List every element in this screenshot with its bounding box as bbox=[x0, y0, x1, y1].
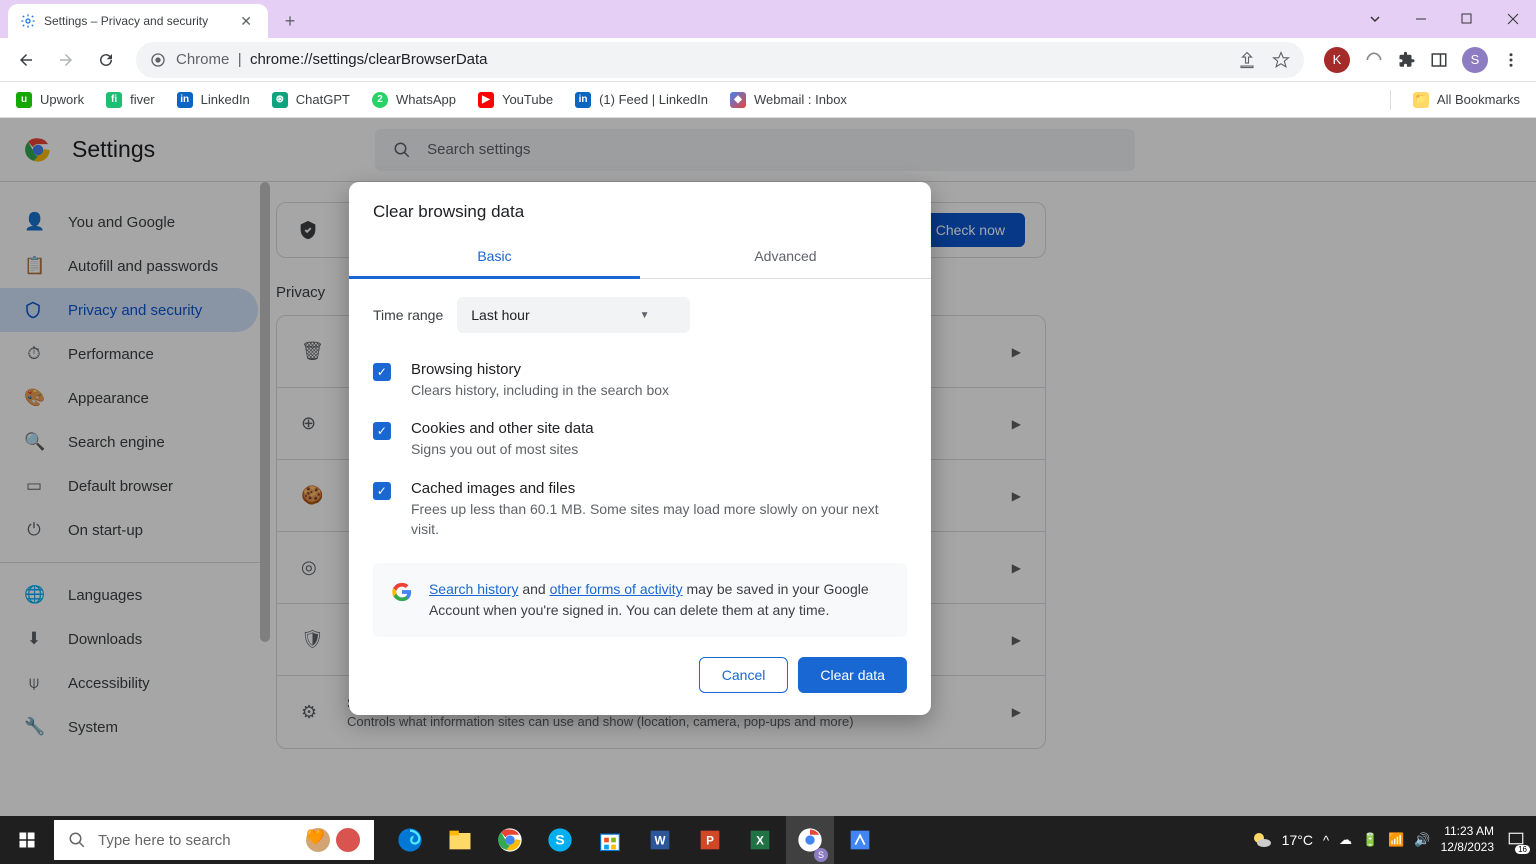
search-history-link[interactable]: Search history bbox=[429, 581, 518, 597]
taskbar-search[interactable]: Type here to search 🧡 bbox=[54, 820, 374, 860]
bookmark-whatsapp[interactable]: 2WhatsApp bbox=[372, 92, 456, 108]
system-tray: 17°C ^ ☁ 🔋 📶 🔊 11:23 AM 12/8/2023 16 bbox=[1250, 824, 1536, 855]
time-range-value: Last hour bbox=[471, 307, 529, 323]
toolbar-extensions: K S bbox=[1316, 47, 1528, 73]
cancel-button[interactable]: Cancel bbox=[699, 657, 789, 693]
bookmark-upwork[interactable]: uUpwork bbox=[16, 92, 84, 108]
tab-search-chevron-icon[interactable] bbox=[1352, 4, 1398, 34]
caret-down-icon: ▼ bbox=[640, 310, 650, 321]
tab-title: Settings – Privacy and security bbox=[44, 14, 228, 28]
sidepanel-icon[interactable] bbox=[1430, 51, 1448, 69]
notification-badge: 16 bbox=[1515, 845, 1530, 854]
checkbox-checked-icon[interactable]: ✓ bbox=[373, 363, 391, 381]
svg-text:P: P bbox=[706, 835, 714, 848]
google-g-icon bbox=[391, 581, 413, 603]
taskbar-word-icon[interactable]: W bbox=[636, 816, 684, 864]
windows-taskbar: Type here to search 🧡 S W P X S 17°C ^ ☁… bbox=[0, 816, 1536, 864]
taskbar-explorer-icon[interactable] bbox=[436, 816, 484, 864]
minimize-button[interactable] bbox=[1398, 4, 1444, 34]
dialog-actions: Cancel Clear data bbox=[349, 637, 931, 715]
search-deco-icon: 🧡 bbox=[306, 828, 330, 852]
tray-volume-icon[interactable]: 🔊 bbox=[1414, 832, 1430, 848]
window-titlebar: Settings – Privacy and security ✕ + bbox=[0, 0, 1536, 38]
bookmark-webmail[interactable]: ◆Webmail : Inbox bbox=[730, 92, 847, 108]
tab-advanced[interactable]: Advanced bbox=[640, 236, 931, 278]
google-account-info: Search history and other forms of activi… bbox=[373, 563, 907, 637]
clear-browsing-data-dialog: Clear browsing data Basic Advanced Time … bbox=[349, 182, 931, 715]
close-button[interactable] bbox=[1490, 4, 1536, 34]
bookmark-chatgpt[interactable]: ⊛ChatGPT bbox=[272, 92, 350, 108]
taskbar-chrome-icon[interactable] bbox=[486, 816, 534, 864]
svg-text:X: X bbox=[756, 835, 764, 848]
bookmark-feed-linkedin[interactable]: in(1) Feed | LinkedIn bbox=[575, 92, 708, 108]
profile-avatar[interactable]: S bbox=[1462, 47, 1488, 73]
dialog-title: Clear browsing data bbox=[349, 182, 931, 236]
search-placeholder: Type here to search bbox=[98, 832, 231, 849]
clear-data-button[interactable]: Clear data bbox=[798, 657, 907, 693]
site-info-icon bbox=[150, 52, 166, 68]
back-button[interactable] bbox=[8, 42, 44, 78]
windows-logo-icon bbox=[18, 831, 36, 849]
address-text: Chrome | chrome://settings/clearBrowserD… bbox=[176, 51, 488, 68]
tab-close-icon[interactable]: ✕ bbox=[236, 13, 256, 30]
checkbox-cookies[interactable]: ✓ Cookies and other site dataSigns you o… bbox=[349, 410, 931, 469]
tray-onedrive-icon[interactable]: ☁ bbox=[1339, 832, 1352, 848]
taskbar-excel-icon[interactable]: X bbox=[736, 816, 784, 864]
checkbox-checked-icon[interactable]: ✓ bbox=[373, 482, 391, 500]
share-icon[interactable] bbox=[1238, 51, 1256, 69]
taskbar-skype-icon[interactable]: S bbox=[536, 816, 584, 864]
bookmark-linkedin[interactable]: inLinkedIn bbox=[177, 92, 250, 108]
checkbox-cached[interactable]: ✓ Cached images and filesFrees up less t… bbox=[349, 470, 931, 550]
bookmark-fiver[interactable]: fifiver bbox=[106, 92, 155, 108]
time-range-row: Time range Last hour ▼ bbox=[349, 279, 931, 351]
taskbar-chrome-active-icon[interactable]: S bbox=[786, 816, 834, 864]
notification-center-icon[interactable]: 16 bbox=[1504, 828, 1528, 852]
time-range-select[interactable]: Last hour ▼ bbox=[457, 297, 689, 333]
weather-icon bbox=[1250, 828, 1274, 852]
tray-chevron-icon[interactable]: ^ bbox=[1323, 833, 1329, 848]
checkbox-checked-icon[interactable]: ✓ bbox=[373, 422, 391, 440]
settings-gear-icon bbox=[20, 13, 36, 29]
taskbar-powerpoint-icon[interactable]: P bbox=[686, 816, 734, 864]
all-bookmarks-button[interactable]: 📁All Bookmarks bbox=[1413, 92, 1520, 108]
extension-icon[interactable] bbox=[1364, 50, 1384, 70]
tray-battery-icon[interactable]: 🔋 bbox=[1362, 832, 1378, 848]
taskbar-edge-icon[interactable] bbox=[386, 816, 434, 864]
other-activity-link[interactable]: other forms of activity bbox=[550, 581, 683, 597]
new-tab-button[interactable]: + bbox=[276, 7, 304, 35]
weather-widget[interactable]: 17°C bbox=[1250, 828, 1313, 852]
bookmarks-bar: uUpwork fifiver inLinkedIn ⊛ChatGPT 2Wha… bbox=[0, 82, 1536, 118]
start-button[interactable] bbox=[0, 816, 54, 864]
maximize-button[interactable] bbox=[1444, 4, 1490, 34]
browser-tab[interactable]: Settings – Privacy and security ✕ bbox=[8, 4, 268, 38]
search-icon bbox=[68, 831, 86, 849]
svg-text:S: S bbox=[555, 832, 564, 848]
bookmark-star-icon[interactable] bbox=[1272, 51, 1290, 69]
taskbar-app-icon[interactable] bbox=[836, 816, 884, 864]
tray-wifi-icon[interactable]: 📶 bbox=[1388, 832, 1404, 848]
bookmark-youtube[interactable]: ▶YouTube bbox=[478, 92, 553, 108]
svg-text:W: W bbox=[654, 835, 665, 848]
tab-basic[interactable]: Basic bbox=[349, 236, 640, 278]
menu-dots-icon[interactable] bbox=[1502, 51, 1520, 69]
taskbar-apps: S W P X S bbox=[386, 816, 884, 864]
time-range-label: Time range bbox=[373, 307, 443, 323]
taskbar-store-icon[interactable] bbox=[586, 816, 634, 864]
address-bar[interactable]: Chrome | chrome://settings/clearBrowserD… bbox=[136, 42, 1304, 78]
checkbox-browsing-history[interactable]: ✓ Browsing historyClears history, includ… bbox=[349, 351, 931, 410]
window-controls bbox=[1352, 0, 1536, 38]
extensions-puzzle-icon[interactable] bbox=[1398, 51, 1416, 69]
reload-button[interactable] bbox=[88, 42, 124, 78]
browser-toolbar: Chrome | chrome://settings/clearBrowserD… bbox=[0, 38, 1536, 82]
search-deco-icon bbox=[336, 828, 360, 852]
dialog-tabs: Basic Advanced bbox=[349, 236, 931, 279]
taskbar-clock[interactable]: 11:23 AM 12/8/2023 bbox=[1441, 824, 1494, 855]
extension-avatar[interactable]: K bbox=[1324, 47, 1350, 73]
forward-button[interactable] bbox=[48, 42, 84, 78]
